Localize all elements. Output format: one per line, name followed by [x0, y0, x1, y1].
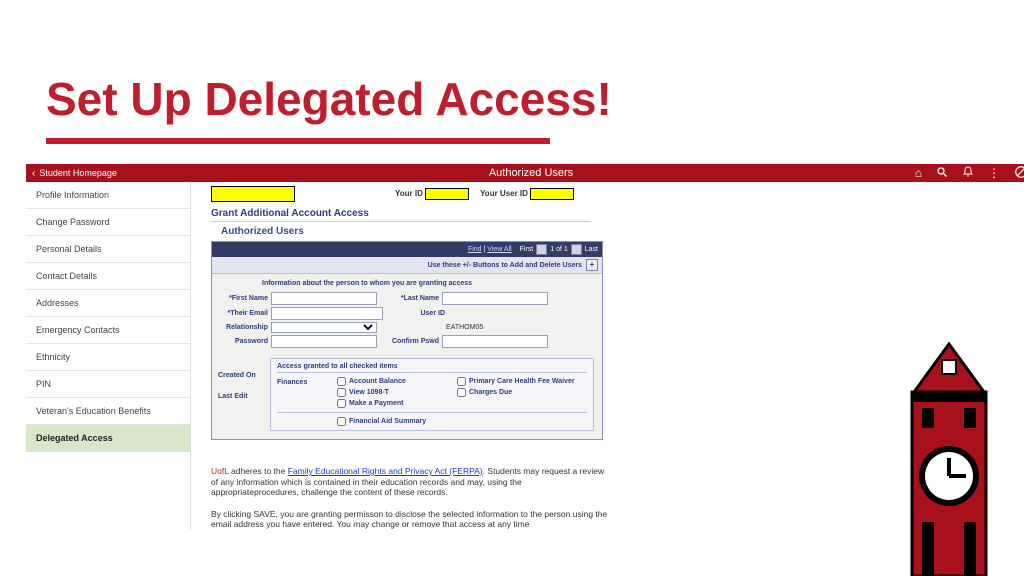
sidebar-item-change-password[interactable]: Change Password — [26, 209, 190, 236]
sidebar: Profile Information Change Password Pers… — [26, 182, 191, 530]
info-heading: Information about the person to whom you… — [212, 274, 602, 291]
access-box: Access granted to all checked items Fina… — [270, 358, 594, 431]
chk-health-fee-waiver[interactable]: Primary Care Health Fee Waiver — [457, 377, 577, 386]
uofl-word: UofL — [211, 466, 229, 476]
ferpa-p2: By clicking SAVE, you are granting permi… — [211, 509, 607, 530]
chk-financial-aid-summary[interactable]: Financial Aid Summary — [337, 417, 426, 426]
sidebar-item-pin[interactable]: PIN — [26, 371, 190, 398]
finances-label: Finances — [277, 377, 337, 386]
access-heading: Access granted to all checked items — [277, 363, 587, 373]
clocktower-illustration — [874, 336, 1024, 576]
title-underline — [46, 138, 550, 144]
redacted-your-id — [425, 188, 469, 200]
email-input[interactable] — [271, 307, 383, 320]
first-name-input[interactable] — [271, 292, 377, 305]
users-panel: Find | View All First 1 of 1 Last Use th… — [211, 241, 603, 440]
find-link[interactable]: Find — [468, 246, 482, 253]
chk-make-payment[interactable]: Make a Payment — [337, 399, 457, 408]
password-label: Password — [220, 338, 271, 345]
back-button[interactable]: ‹ Student Homepage — [26, 168, 123, 179]
your-id-group: Your ID Your User ID — [395, 188, 574, 200]
section-grant-title: Grant Additional Account Access — [211, 208, 1024, 219]
slide-title: Set Up Delegated Access! — [46, 72, 612, 126]
your-id-label: Your ID — [395, 189, 423, 198]
topbar-actions: ⌂ ⋮ — [915, 165, 1024, 182]
first-name-label: First Name — [220, 295, 271, 302]
search-icon[interactable] — [936, 166, 948, 181]
password-input[interactable] — [271, 335, 377, 348]
first-label: First — [520, 246, 534, 253]
last-name-input[interactable] — [442, 292, 548, 305]
view-all-link[interactable]: View All — [487, 246, 511, 253]
sidebar-item-personal-details[interactable]: Personal Details — [26, 236, 190, 263]
redacted-your-user-id — [530, 188, 574, 200]
redacted-name — [211, 186, 295, 202]
add-user-button[interactable]: + — [586, 259, 598, 271]
back-label: Student Homepage — [39, 168, 117, 178]
last-edit-label: Last Edit — [218, 393, 270, 400]
ferpa-link[interactable]: Family Educational Rights and Privacy Ac… — [288, 466, 483, 476]
next-button[interactable] — [571, 244, 582, 255]
sidebar-item-ethnicity[interactable]: Ethnicity — [26, 344, 190, 371]
add-delete-hint: Use these +/- Buttons to Add and Delete … — [428, 262, 582, 269]
sidebar-item-contact-details[interactable]: Contact Details — [26, 263, 190, 290]
panel-toolbar: Find | View All First 1 of 1 Last — [212, 242, 602, 257]
sidebar-item-emergency-contacts[interactable]: Emergency Contacts — [26, 317, 190, 344]
chevron-left-icon: ‹ — [32, 168, 35, 179]
meta-row: Created On Last Edit Access granted to a… — [212, 354, 602, 439]
relationship-select[interactable] — [271, 322, 377, 333]
stop-icon[interactable] — [1014, 165, 1024, 182]
user-id-label: User ID — [389, 310, 448, 317]
app-topbar: ‹ Student Homepage Authorized Users ⌂ ⋮ — [26, 164, 1024, 182]
sidebar-item-veterans[interactable]: Veteran's Education Benefits — [26, 398, 190, 425]
bell-icon[interactable] — [962, 166, 974, 181]
chk-charges-due[interactable]: Charges Due — [457, 388, 577, 397]
sidebar-item-delegated-access[interactable]: Delegated Access — [26, 425, 190, 452]
email-label: Their Email — [220, 310, 271, 317]
last-name-label: *Last Name — [383, 295, 442, 302]
panel-subbar: Use these +/- Buttons to Add and Delete … — [212, 257, 602, 274]
divider — [211, 221, 591, 222]
chk-view-1098t[interactable]: View 1098-T — [337, 388, 457, 397]
confirm-label: Confirm Pswd — [383, 338, 442, 345]
kebab-icon[interactable]: ⋮ — [988, 166, 1000, 180]
created-on-label: Created On — [218, 372, 270, 379]
prev-button[interactable] — [536, 244, 547, 255]
relationship-label: Relationship — [220, 324, 271, 331]
sidebar-item-profile[interactable]: Profile Information — [26, 182, 190, 209]
chk-account-balance[interactable]: Account Balance — [337, 377, 457, 386]
sidebar-item-addresses[interactable]: Addresses — [26, 290, 190, 317]
home-icon[interactable]: ⌂ — [915, 166, 922, 180]
user-id-value: EATHOM05 — [442, 324, 483, 331]
topbar-title: Authorized Users — [489, 167, 573, 179]
last-label: Last — [585, 246, 598, 253]
confirm-input[interactable] — [442, 335, 548, 348]
your-user-id-label: Your User ID — [480, 189, 528, 198]
count-label: 1 of 1 — [550, 246, 568, 253]
ferpa-text: UofL adheres to the Family Educational R… — [211, 466, 611, 530]
section-auth-title: Authorized Users — [221, 226, 1024, 237]
